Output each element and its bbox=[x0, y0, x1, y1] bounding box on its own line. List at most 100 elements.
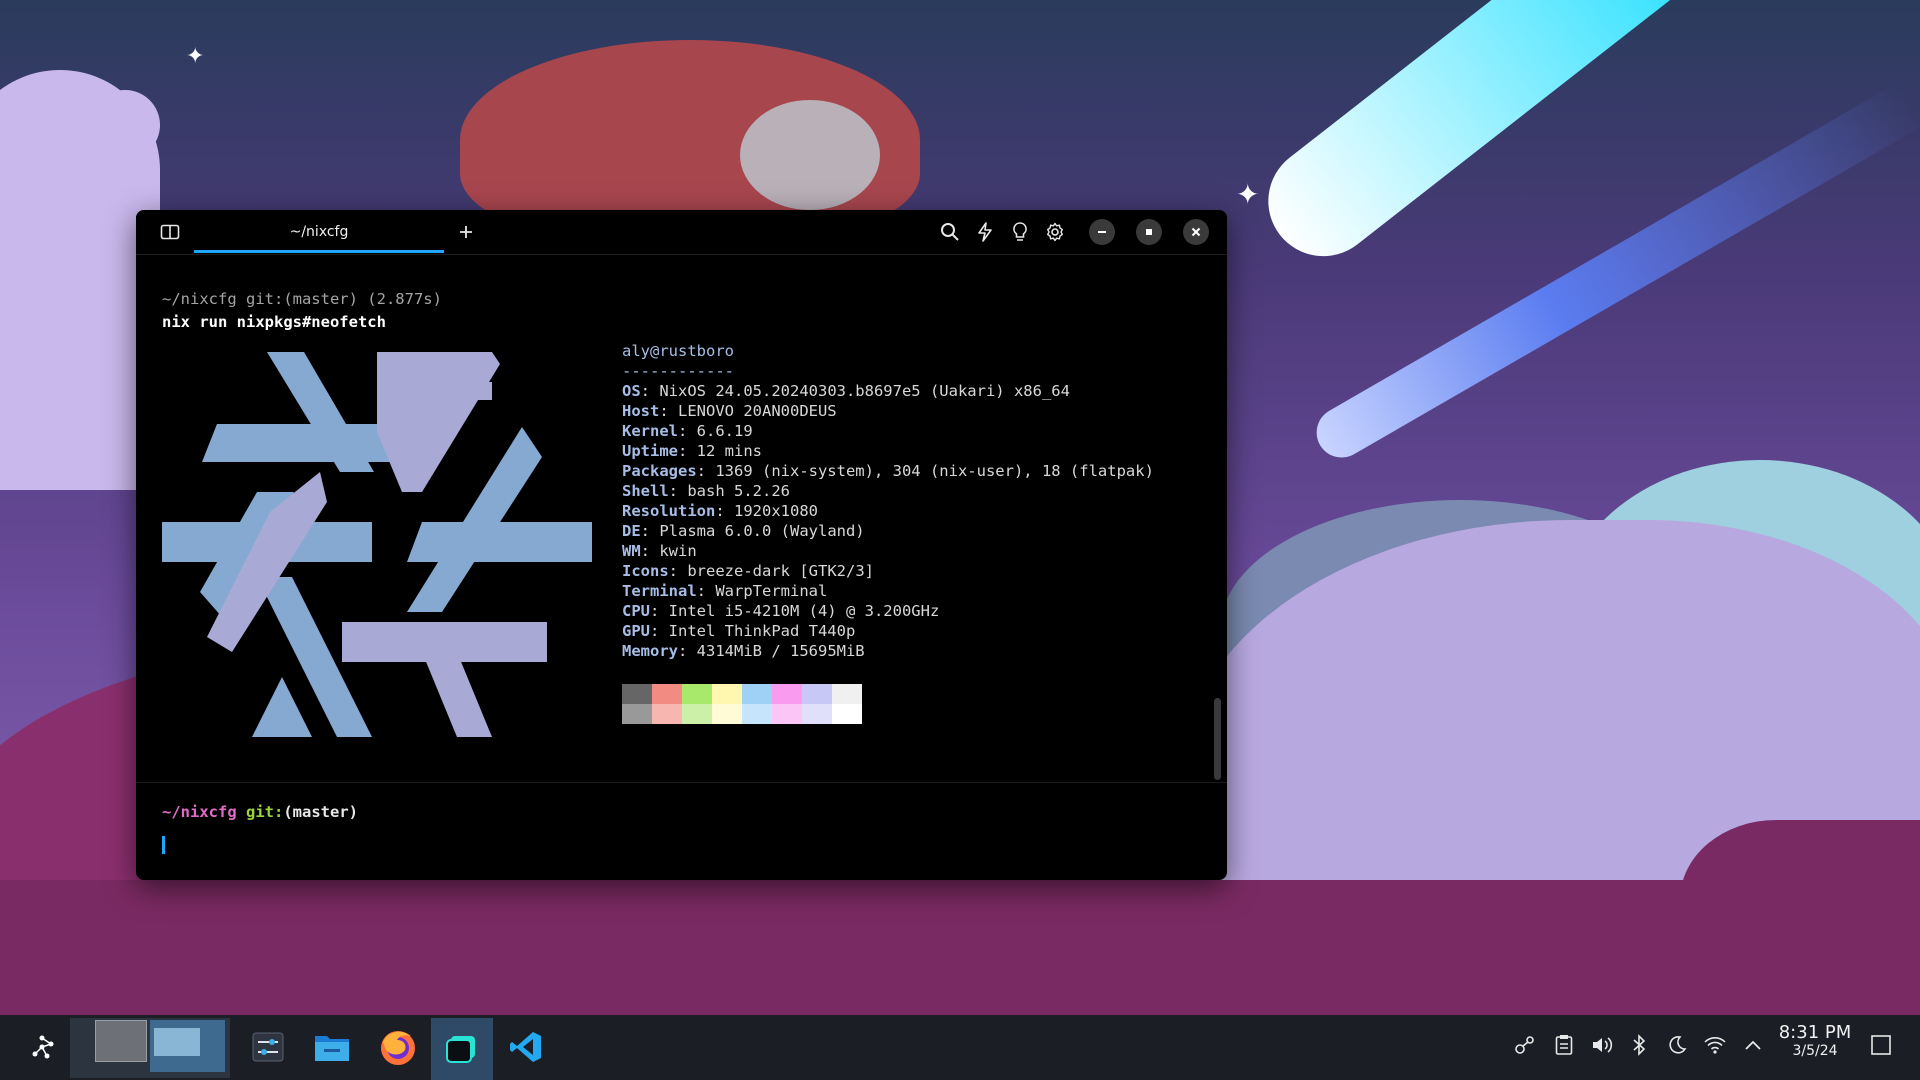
info-key: Host bbox=[622, 402, 660, 420]
prompt-dir: ~/nixcfg bbox=[162, 803, 237, 821]
file-manager-icon[interactable] bbox=[312, 1027, 352, 1067]
info-value: Plasma 6.0.0 (Wayland) bbox=[659, 522, 865, 540]
info-row: Uptime: 12 mins bbox=[622, 442, 762, 460]
pager-desktop-1[interactable] bbox=[95, 1020, 147, 1062]
bluetooth-icon[interactable] bbox=[1624, 1030, 1654, 1060]
tray-expand-icon[interactable] bbox=[1738, 1030, 1768, 1060]
user-host: aly@rustboro bbox=[622, 342, 734, 360]
volume-icon[interactable] bbox=[1587, 1030, 1617, 1060]
scrollbar[interactable] bbox=[1214, 698, 1221, 780]
block-divider bbox=[136, 782, 1227, 783]
palette-swatch bbox=[772, 704, 802, 724]
info-value: kwin bbox=[659, 542, 697, 560]
system-settings-icon[interactable] bbox=[248, 1027, 288, 1067]
info-row: Host: LENOVO 20AN00DEUS bbox=[622, 402, 837, 420]
info-value: breeze-dark [GTK2/3] bbox=[687, 562, 874, 580]
info-row: WM: kwin bbox=[622, 542, 697, 560]
application-launcher-icon[interactable] bbox=[22, 1027, 62, 1067]
info-value: Intel ThinkPad T440p bbox=[668, 622, 856, 640]
info-row: DE: Plasma 6.0.0 (Wayland) bbox=[622, 522, 865, 540]
palette-swatch bbox=[832, 704, 862, 724]
wifi-icon[interactable] bbox=[1700, 1030, 1730, 1060]
palette-swatch bbox=[832, 684, 862, 704]
title-bar: ~/nixcfg bbox=[136, 210, 1227, 255]
settings-gear-icon[interactable] bbox=[1043, 220, 1067, 244]
info-key: OS bbox=[622, 382, 641, 400]
info-key: Icons bbox=[622, 562, 669, 580]
info-key: Kernel bbox=[622, 422, 678, 440]
palette-swatch bbox=[712, 684, 742, 704]
warp-terminal-icon[interactable] bbox=[431, 1018, 493, 1080]
close-button[interactable] bbox=[1183, 219, 1209, 245]
info-row: Shell: bash 5.2.26 bbox=[622, 482, 790, 500]
vscode-icon[interactable] bbox=[506, 1027, 546, 1067]
tab-nixcfg[interactable]: ~/nixcfg bbox=[194, 210, 444, 254]
maximize-button[interactable] bbox=[1136, 219, 1162, 245]
info-value: 1920x1080 bbox=[734, 502, 818, 520]
minimize-button[interactable] bbox=[1089, 219, 1115, 245]
info-value: NixOS 24.05.20240303.b8697e5 (Uakari) x8… bbox=[659, 382, 1070, 400]
palette-swatch bbox=[652, 684, 682, 704]
input-cursor[interactable] bbox=[162, 836, 165, 854]
clock-time: 8:31 PM bbox=[1778, 1022, 1852, 1043]
sidebar-toggle-icon[interactable] bbox=[158, 220, 182, 244]
palette-swatch bbox=[682, 684, 712, 704]
info-value: 6.6.19 bbox=[696, 422, 753, 440]
nixos-logo bbox=[162, 352, 592, 737]
info-row: Packages: 1369 (nix-system), 304 (nix-us… bbox=[622, 462, 1154, 480]
info-key: CPU bbox=[622, 602, 650, 620]
night-color-icon[interactable] bbox=[1662, 1030, 1692, 1060]
info-value: 4314MiB / 15695MiB bbox=[696, 642, 865, 660]
info-row: OS: NixOS 24.05.20240303.b8697e5 (Uakari… bbox=[622, 382, 1070, 400]
lightning-icon[interactable] bbox=[973, 220, 997, 244]
palette-swatch bbox=[652, 704, 682, 724]
previous-block-header: ~/nixcfg git:(master) (2.877s) bbox=[162, 290, 442, 308]
palette-swatch bbox=[802, 704, 832, 724]
info-value: 12 mins bbox=[696, 442, 762, 460]
prompt-git: git: bbox=[246, 803, 284, 821]
info-value: LENOVO 20AN00DEUS bbox=[678, 402, 837, 420]
clipboard-icon[interactable] bbox=[1549, 1030, 1579, 1060]
palette-swatch bbox=[742, 684, 772, 704]
pager-desktop-2[interactable] bbox=[150, 1020, 225, 1072]
neofetch-info: aly@rustboro ------------ OS: NixOS 24.0… bbox=[622, 341, 1154, 661]
lightbulb-icon[interactable] bbox=[1008, 220, 1032, 244]
show-desktop-icon[interactable] bbox=[1866, 1030, 1896, 1060]
clock-date: 3/5/24 bbox=[1792, 1043, 1838, 1059]
kde-connect-icon[interactable] bbox=[1510, 1030, 1540, 1060]
palette-swatch bbox=[772, 684, 802, 704]
palette-swatch bbox=[742, 704, 772, 724]
info-key: Memory bbox=[622, 642, 678, 660]
separator: ------------ bbox=[622, 362, 734, 380]
executed-command: nix run nixpkgs#neofetch bbox=[162, 313, 386, 331]
info-key: DE bbox=[622, 522, 641, 540]
info-row: GPU: Intel ThinkPad T440p bbox=[622, 622, 856, 640]
warp-terminal-window: ~/nixcfg ~/nixcfg git:(master) (2.877s) … bbox=[136, 210, 1227, 880]
palette-swatch bbox=[802, 684, 832, 704]
palette-swatch bbox=[712, 704, 742, 724]
search-icon[interactable] bbox=[938, 220, 962, 244]
palette-swatch bbox=[682, 704, 712, 724]
info-row: Kernel: 6.6.19 bbox=[622, 422, 753, 440]
info-row: CPU: Intel i5-4210M (4) @ 3.200GHz bbox=[622, 602, 940, 620]
info-key: Terminal bbox=[622, 582, 697, 600]
info-key: Packages bbox=[622, 462, 697, 480]
prompt-branch: (master) bbox=[283, 803, 358, 821]
clock[interactable]: 8:31 PM 3/5/24 bbox=[1765, 1024, 1865, 1060]
info-key: GPU bbox=[622, 622, 650, 640]
info-key: WM bbox=[622, 542, 641, 560]
palette-swatch bbox=[622, 684, 652, 704]
info-row: Resolution: 1920x1080 bbox=[622, 502, 818, 520]
input-prompt: ~/nixcfg git:(master) bbox=[162, 803, 358, 821]
info-value: Intel i5-4210M (4) @ 3.200GHz bbox=[668, 602, 940, 620]
info-row: Memory: 4314MiB / 15695MiB bbox=[622, 642, 865, 660]
info-value: 1369 (nix-system), 304 (nix-user), 18 (f… bbox=[715, 462, 1154, 480]
info-row: Icons: breeze-dark [GTK2/3] bbox=[622, 562, 874, 580]
firefox-icon[interactable] bbox=[376, 1025, 420, 1069]
desktop-pager-icon[interactable] bbox=[70, 1018, 230, 1078]
info-key: Resolution bbox=[622, 502, 716, 520]
new-tab-button[interactable] bbox=[454, 220, 478, 244]
palette-swatch bbox=[622, 704, 652, 724]
info-value: bash 5.2.26 bbox=[687, 482, 790, 500]
active-tab-indicator bbox=[194, 250, 444, 253]
